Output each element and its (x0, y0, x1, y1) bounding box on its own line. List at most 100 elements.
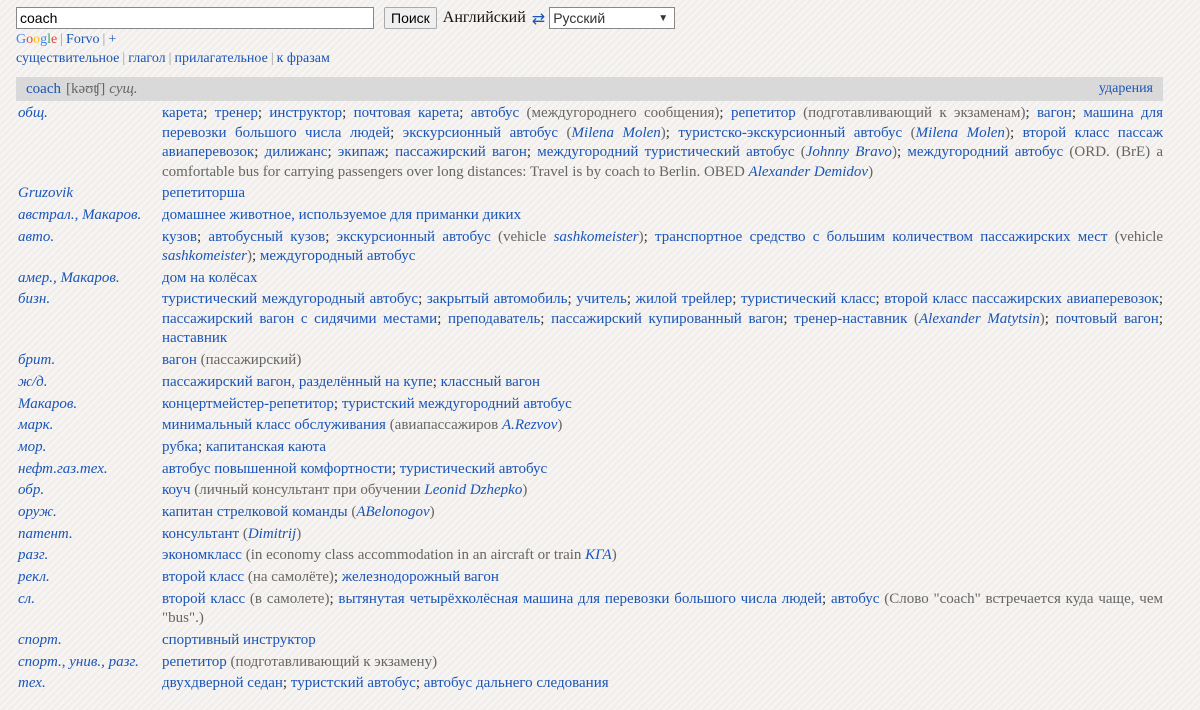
translation-link[interactable]: автобусный кузов (208, 229, 325, 245)
translation-link[interactable]: репетитор (731, 105, 796, 121)
translation-link[interactable]: междугородний автобус (907, 144, 1063, 160)
author-link[interactable]: sashkomeister (554, 229, 639, 245)
translation-link[interactable]: жилой трейлер (636, 291, 733, 307)
translation-link[interactable]: автобус (831, 591, 879, 607)
translation-link[interactable]: второй класс пассажирских авиаперевозок (884, 291, 1159, 307)
translation-link[interactable]: экскурсионный автобус (403, 125, 558, 141)
translation-link[interactable]: наставник (162, 330, 227, 346)
subject-area-link[interactable]: бизн. (18, 290, 162, 349)
subject-area-link[interactable]: мор. (18, 438, 162, 458)
author-link[interactable]: Alexander Matytsin (919, 311, 1040, 327)
translation-link[interactable]: дилижанс (265, 144, 328, 160)
translation-link[interactable]: классный вагон (441, 374, 540, 390)
search-input[interactable] (16, 7, 374, 29)
subject-area-link[interactable]: Макаров. (18, 395, 162, 415)
google-link[interactable]: Google (16, 32, 57, 47)
subject-area-link[interactable]: авто. (18, 228, 162, 267)
author-link[interactable]: Dimitrij (248, 526, 296, 542)
target-language-select[interactable]: Русский ▼ (549, 7, 676, 29)
subject-area-link[interactable]: общ. (18, 104, 162, 182)
translation-link[interactable]: почтовая карета (354, 105, 460, 121)
translation-link[interactable]: почтовый вагон (1056, 311, 1159, 327)
translation-link[interactable]: экскурсионный автобус (337, 229, 491, 245)
translation-link[interactable]: концертмейстер-репетитор (162, 396, 334, 412)
subject-area-link[interactable]: спорт. (18, 631, 162, 651)
pos-link-adjective[interactable]: прилагательное (174, 51, 267, 66)
subject-area-link[interactable]: обр. (18, 481, 162, 501)
subject-area-link[interactable]: тех. (18, 674, 162, 694)
pos-link-noun[interactable]: существительное (16, 51, 119, 66)
author-link[interactable]: Leonid Dzhepko (424, 482, 522, 498)
subject-area-link[interactable]: марк. (18, 416, 162, 436)
translation-link[interactable]: преподаватель (448, 311, 540, 327)
search-button[interactable]: Поиск (384, 7, 437, 29)
translation-link[interactable]: туристический класс (741, 291, 876, 307)
subject-area-link[interactable]: Gruzovik (18, 184, 162, 204)
entry-word[interactable]: coach (26, 81, 61, 98)
author-link[interactable]: КГА (585, 547, 612, 563)
translation-link[interactable]: минимальный класс обслуживания (162, 417, 386, 433)
translation-link[interactable]: пассажирский вагон с сидячими местами (162, 311, 437, 327)
translation-link[interactable]: туристский автобус (291, 675, 416, 691)
pos-link-verb[interactable]: глагол (128, 51, 165, 66)
translation-link[interactable]: автобус (471, 105, 519, 121)
translation-link[interactable]: кузов (162, 229, 197, 245)
translation-link[interactable]: экономкласс (162, 547, 242, 563)
author-link[interactable]: A.Rezvov (502, 417, 557, 433)
subject-area-link[interactable]: брит. (18, 351, 162, 371)
translation-link[interactable]: автобус повышенной комфортности (162, 461, 392, 477)
translation-link[interactable]: инструктор (269, 105, 342, 121)
translation-link[interactable]: рубка (162, 439, 198, 455)
translation-link[interactable]: домашнее животное, используемое для прим… (162, 207, 521, 223)
translation-link[interactable]: междугородный автобус (260, 248, 415, 264)
translation-link[interactable]: вагон (162, 352, 197, 368)
translation-link[interactable]: туристский междугородний автобус (342, 396, 572, 412)
swap-languages-icon[interactable]: ⇄ (532, 9, 545, 28)
translation-link[interactable]: пассажирский вагон, разделённый на купе (162, 374, 433, 390)
author-link[interactable]: Alexander Demidov (749, 164, 869, 180)
author-link[interactable]: sashkomeister (162, 248, 247, 264)
author-link[interactable]: ABelonogov (356, 504, 429, 520)
translation-link[interactable]: пассажирский купированный вагон (551, 311, 783, 327)
subject-area-link[interactable]: рекл. (18, 568, 162, 588)
author-link[interactable]: Johnny Bravo (806, 144, 892, 160)
translation-link[interactable]: дом на колёсах (162, 270, 258, 286)
translation-link[interactable]: коуч (162, 482, 191, 498)
subject-area-link[interactable]: патент. (18, 525, 162, 545)
subject-area-link[interactable]: австрал., Макаров. (18, 206, 162, 226)
subject-area-link[interactable]: разг. (18, 546, 162, 566)
translation-link[interactable]: туристско-экскурсионный автобус (678, 125, 902, 141)
translation-link[interactable]: второй класс (162, 591, 245, 607)
translation-link[interactable]: экипаж (338, 144, 385, 160)
author-link[interactable]: Milena Molen (572, 125, 661, 141)
translation-link[interactable]: вытянутая четырёхколёсная машина для пер… (338, 591, 822, 607)
author-link[interactable]: Milena Molen (916, 125, 1005, 141)
translation-link[interactable]: междугородний туристический автобус (537, 144, 794, 160)
forvo-link[interactable]: Forvo (66, 32, 99, 47)
translation-link[interactable]: железнодорожный вагон (342, 569, 499, 585)
subject-area-link[interactable]: амер., Макаров. (18, 269, 162, 289)
translation-link[interactable]: туристический автобус (400, 461, 547, 477)
subject-area-link[interactable]: ж/д. (18, 373, 162, 393)
pos-link-phrases[interactable]: к фразам (277, 51, 330, 66)
translation-link[interactable]: туристический междугородный автобус (162, 291, 418, 307)
translation-link[interactable]: пассажирский вагон (395, 144, 527, 160)
translation-link[interactable]: автобус дальнего следования (424, 675, 609, 691)
subject-area-link[interactable]: оруж. (18, 503, 162, 523)
subject-area-link[interactable]: нефт.газ.тех. (18, 460, 162, 480)
translation-link[interactable]: консультант (162, 526, 239, 542)
translation-link[interactable]: вагон (1037, 105, 1072, 121)
translation-link[interactable]: репетитор (162, 654, 227, 670)
translation-link[interactable]: учитель (576, 291, 627, 307)
translation-link[interactable]: репетиторша (162, 185, 245, 201)
add-link[interactable]: + (108, 32, 116, 47)
translation-link[interactable]: двухдверной седан (162, 675, 283, 691)
translation-link[interactable]: тренер (215, 105, 258, 121)
translation-link[interactable]: второй класс (162, 569, 244, 585)
subject-area-link[interactable]: сл. (18, 590, 162, 629)
subject-area-link[interactable]: спорт., унив., разг. (18, 653, 162, 673)
translation-link[interactable]: тренер-наставник (794, 311, 907, 327)
translation-link[interactable]: закрытый автомобиль (427, 291, 568, 307)
translation-link[interactable]: спортивный инструктор (162, 632, 316, 648)
translation-link[interactable]: капитанская каюта (206, 439, 326, 455)
